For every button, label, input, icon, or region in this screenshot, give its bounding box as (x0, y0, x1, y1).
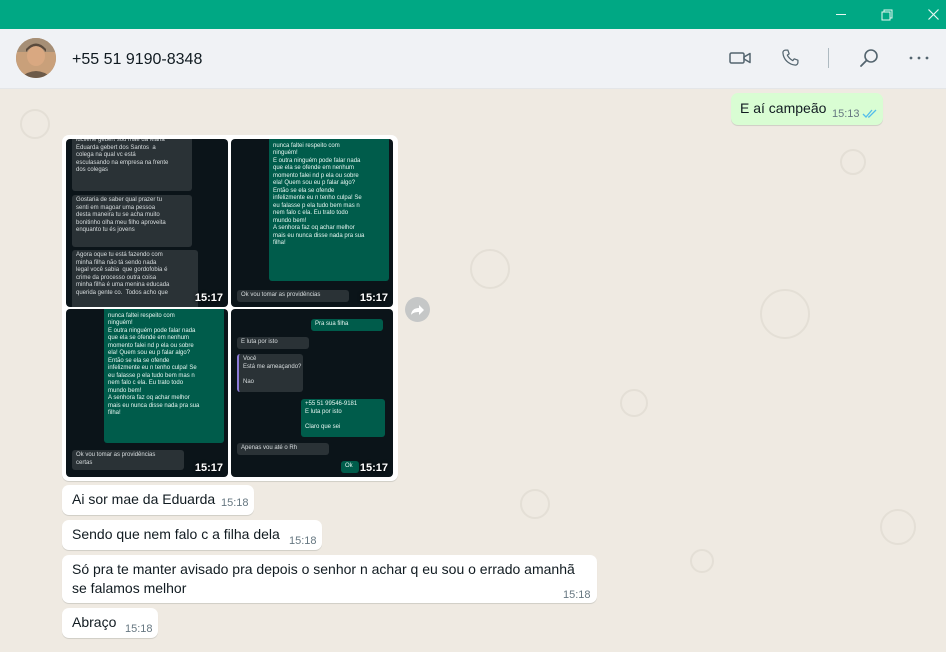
phone-icon (782, 49, 799, 66)
restore-button[interactable] (864, 0, 910, 29)
wallpaper-doodle (760, 289, 810, 339)
incoming-message[interactable]: Só pra te manter avisado pra depois o se… (62, 555, 597, 603)
chat-area[interactable]: E aí campeão 15:13 lucilene gebert sou m… (0, 89, 946, 652)
image-chat-bubble: Apenas vou até o Rh (237, 443, 329, 455)
avatar-photo (16, 38, 56, 78)
avatar[interactable] (16, 38, 56, 78)
close-button[interactable] (910, 0, 946, 29)
wallpaper-doodle (840, 149, 866, 175)
more-options-button[interactable] (906, 45, 932, 71)
voice-call-button[interactable] (777, 45, 803, 71)
message-time: 15:18 (125, 623, 153, 635)
video-camera-icon (729, 52, 751, 64)
image-time: 15:17 (359, 462, 388, 474)
header-separator (828, 48, 829, 68)
search-button[interactable] (856, 45, 882, 71)
image-chat-bubble: Ok vou tomar as providências certas (72, 450, 184, 470)
title-bar (0, 0, 946, 29)
video-call-button[interactable] (727, 45, 753, 71)
wallpaper-doodle (470, 249, 510, 289)
more-dots-icon (909, 56, 929, 60)
image-time: 15:17 (194, 292, 223, 304)
album-image[interactable]: Pra sua filha E luta por isto Você Está … (231, 309, 393, 477)
message-time: 15:18 (563, 589, 591, 601)
image-time: 15:17 (194, 462, 223, 474)
incoming-message[interactable]: Abraço 15:18 (62, 608, 158, 638)
restore-icon (881, 9, 893, 20)
image-chat-bubble: +55 51 99546-9181 E luta por isto Claro … (301, 399, 385, 437)
outgoing-message[interactable]: E aí campeão 15:13 (731, 93, 883, 125)
image-chat-bubble: Ok (341, 461, 359, 473)
image-time: 15:17 (359, 292, 388, 304)
forward-button[interactable] (405, 297, 430, 322)
image-chat-bubble: Me dou bem com todo mundo nunca faltei r… (269, 139, 389, 281)
incoming-message[interactable]: Sendo que nem falo c a filha dela 15:18 (62, 520, 322, 550)
image-chat-bubble: Me dou bem com todo mundo nunca faltei r… (104, 309, 224, 443)
album-image[interactable]: Me dou bem com todo mundo nunca faltei r… (231, 139, 393, 307)
message-text: Abraço (72, 614, 117, 630)
search-icon (860, 49, 878, 67)
message-text: E aí campeão (740, 100, 827, 116)
image-chat-bubble: lucilene gebert sou mãe da Maria Eduarda… (72, 139, 192, 191)
wallpaper-doodle (620, 389, 648, 417)
contact-name[interactable]: +55 51 9190-8348 (72, 51, 202, 69)
message-time: 15:18 (221, 497, 249, 509)
album-image[interactable]: Me dou bem com todo mundo nunca faltei r… (66, 309, 228, 477)
wallpaper-doodle (20, 109, 50, 139)
message-time: 15:18 (289, 535, 317, 547)
message-text: Só pra te manter avisado pra depois o se… (72, 561, 575, 577)
image-chat-bubble: Você Está me ameaçando? Nao (237, 354, 303, 392)
wallpaper-doodle (880, 509, 916, 545)
close-icon (927, 9, 939, 20)
image-album[interactable]: lucilene gebert sou mãe da Maria Eduarda… (62, 135, 398, 481)
message-text: Ai sor mae da Eduarda (72, 491, 216, 507)
image-chat-bubble: Agora oque tu está fazendo com minha fil… (72, 250, 198, 307)
image-chat-bubble: Pra sua filha (311, 319, 383, 331)
image-chat-bubble: E luta por isto (237, 337, 309, 349)
message-time: 15:13 (832, 108, 860, 120)
message-text: se falamos melhor (72, 580, 187, 596)
album-image[interactable]: lucilene gebert sou mãe da Maria Eduarda… (66, 139, 228, 307)
wallpaper-doodle (690, 549, 714, 573)
incoming-message[interactable]: Ai sor mae da Eduarda 15:18 (62, 485, 254, 515)
minimize-icon (836, 14, 846, 15)
forward-arrow-icon (411, 304, 424, 315)
read-double-check-icon (862, 109, 877, 118)
chat-header: +55 51 9190-8348 (0, 29, 946, 89)
message-text: Sendo que nem falo c a filha dela (72, 526, 280, 542)
minimize-button[interactable] (818, 0, 864, 29)
image-chat-bubble: Ok vou tomar as providências (237, 290, 349, 302)
wallpaper-doodle (520, 489, 550, 519)
image-chat-bubble: Gostaria de saber qual prazer tu senti e… (72, 195, 192, 247)
